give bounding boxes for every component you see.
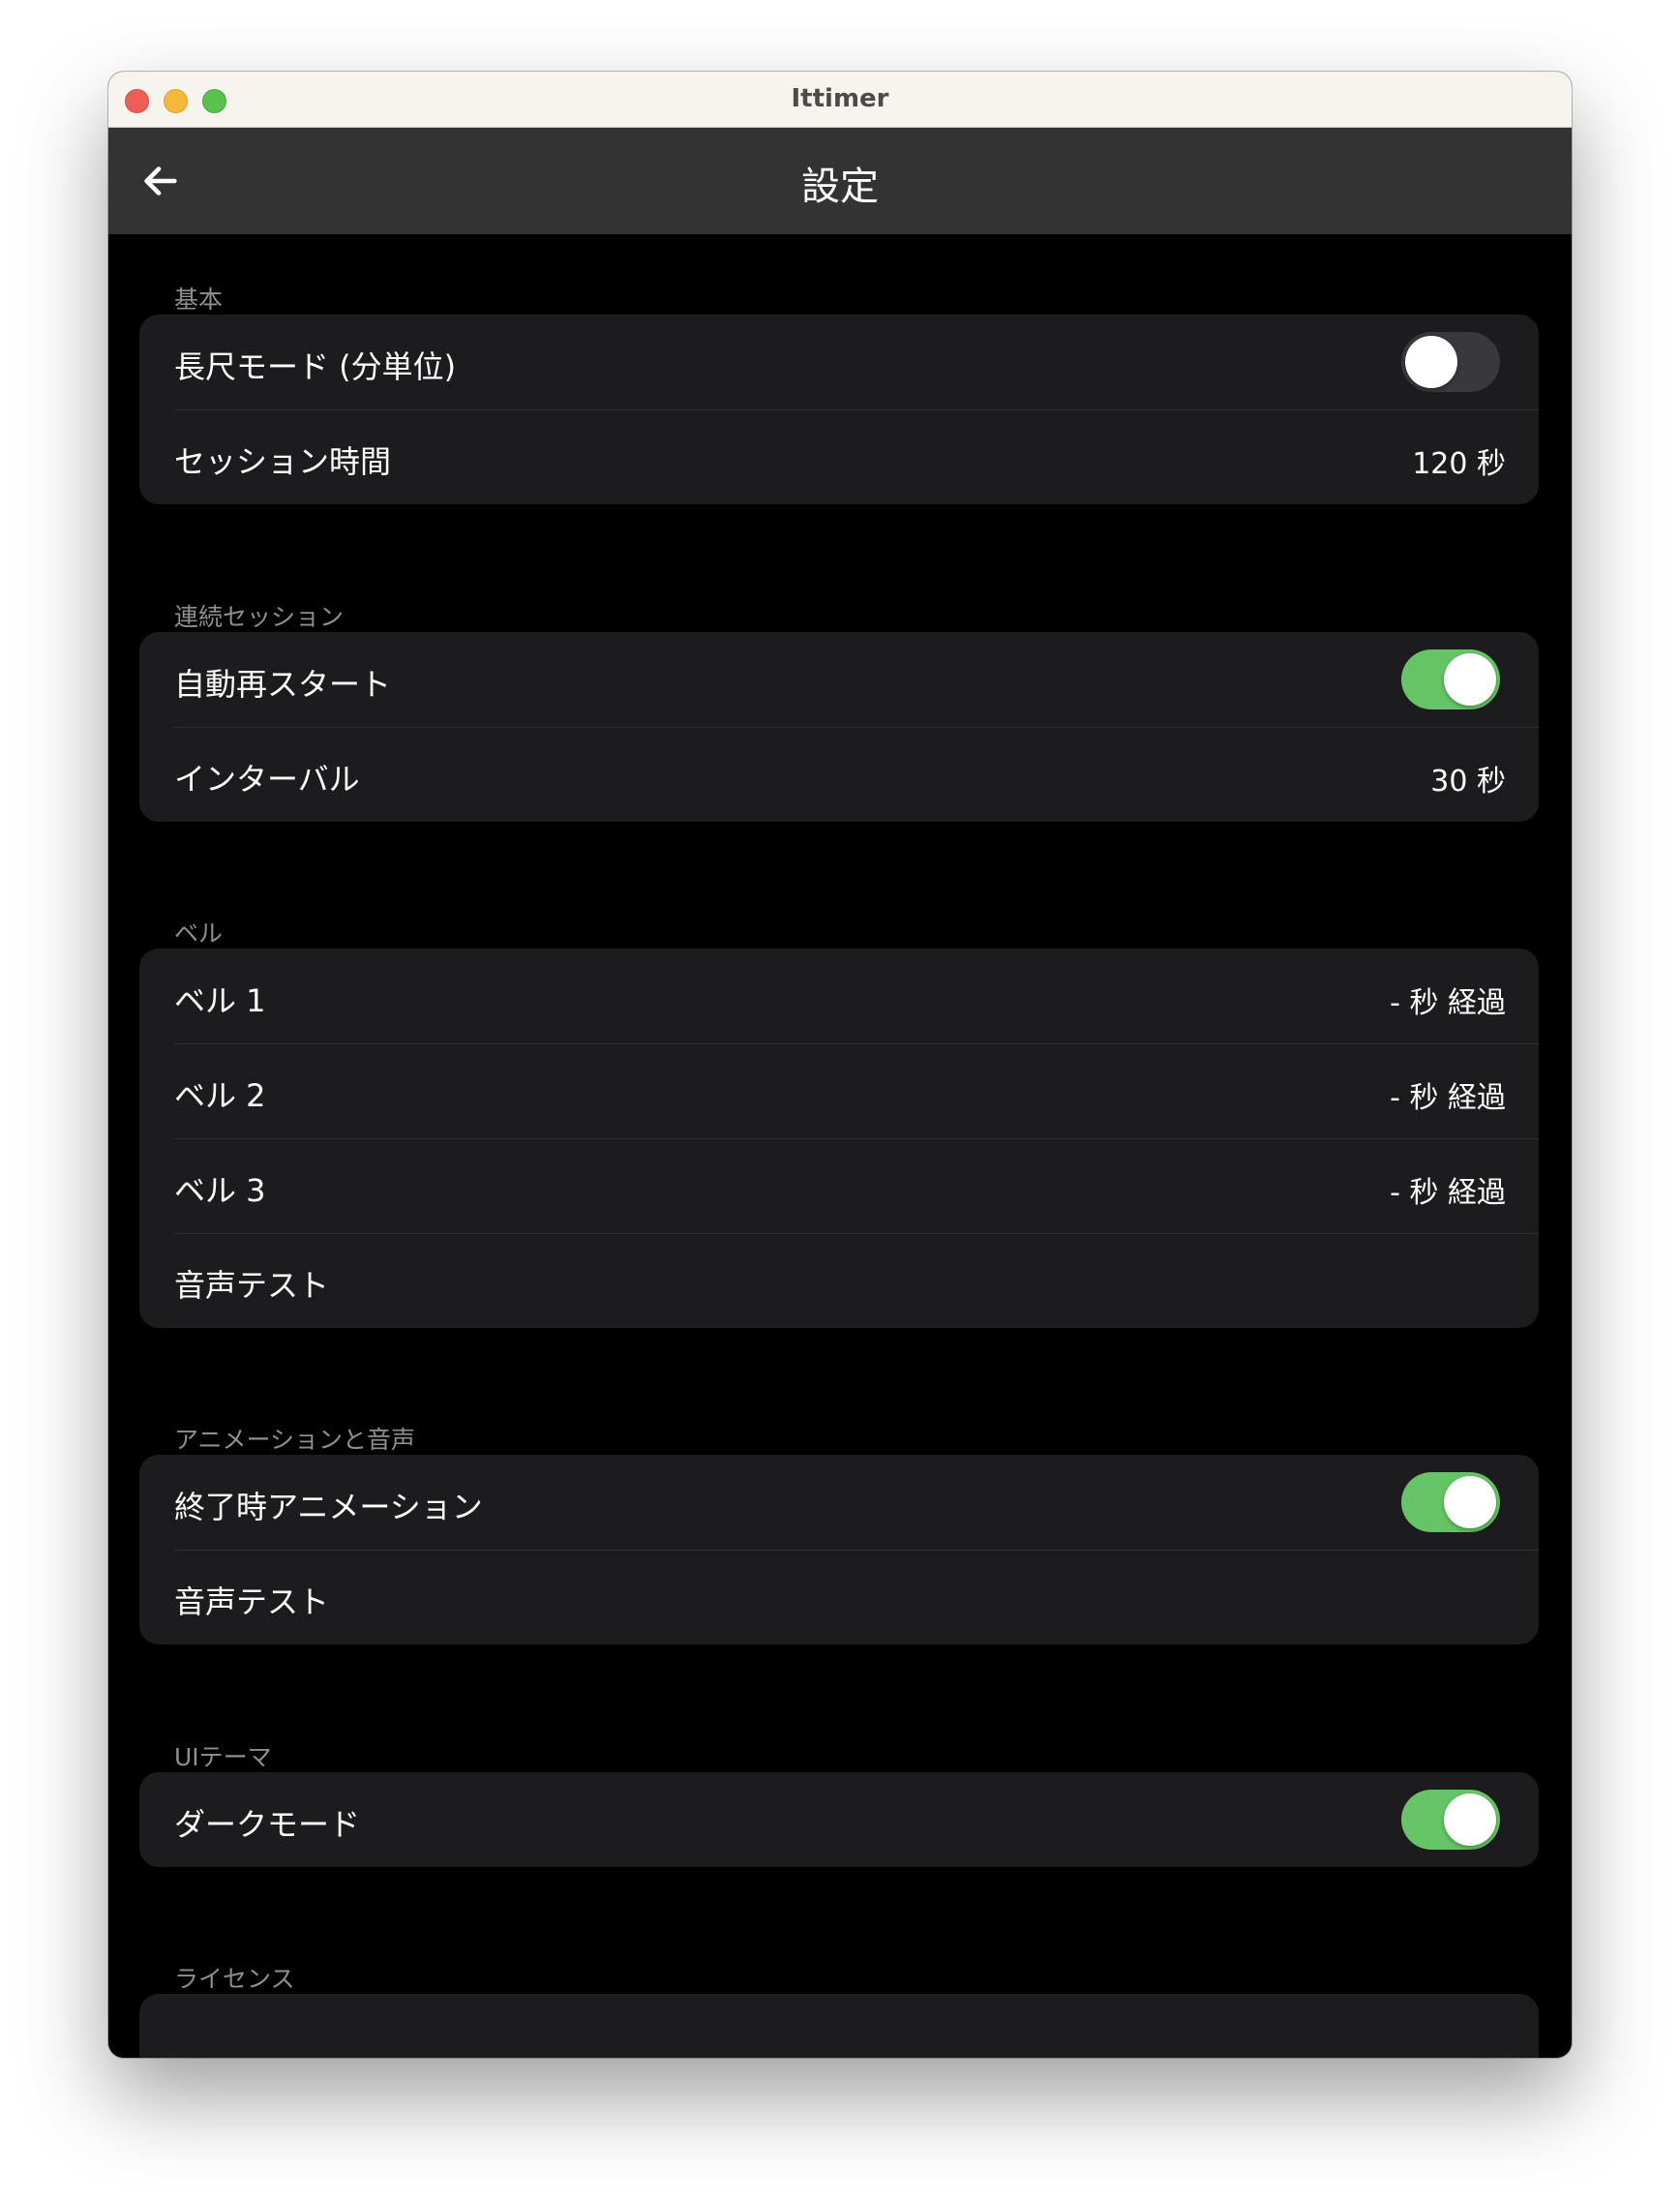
page-title: 設定 [801,165,879,209]
bell-3-label: ベル 3 [174,1172,266,1209]
animation-sound-test-row[interactable]: 音声テスト [139,1550,1539,1644]
section-header-animation: アニメーションと音声 [174,1426,416,1454]
interval-label: インターバル [174,761,360,798]
session-time-row[interactable]: セッション時間 120 秒 [139,409,1539,504]
bell-2-row[interactable]: ベル 2 - 秒 経過 [139,1043,1539,1138]
toggle-knob [1444,1476,1496,1528]
end-animation-toggle[interactable] [1401,1472,1500,1532]
dark-mode-toggle[interactable] [1401,1790,1500,1850]
bell-3-value: - 秒 経過 [1390,1176,1506,1210]
end-animation-label: 終了時アニメーション [174,1489,483,1525]
bell-settings-card: ベル 1 - 秒 経過 ベル 2 - 秒 経過 ベル 3 - 秒 経過 音声テス… [139,949,1539,1328]
long-mode-row[interactable]: 長尺モード (分単位) [139,315,1539,409]
basic-settings-card: 長尺モード (分単位) セッション時間 120 秒 [139,315,1539,504]
auto-restart-row[interactable]: 自動再スタート [139,632,1539,727]
session-time-label: セッション時間 [174,443,392,480]
toggle-knob [1444,1794,1496,1846]
bell-sound-test-label: 音声テスト [174,1267,330,1304]
window-title: Ittimer [791,84,889,113]
continuous-session-card: 自動再スタート インターバル 30 秒 [139,632,1539,822]
window-titlebar[interactable]: Ittimer [108,72,1572,128]
toggle-knob [1405,336,1457,388]
section-header-basic: 基本 [174,286,224,314]
app-bar: 設定 [108,128,1572,234]
bell-1-value: - 秒 経過 [1390,986,1506,1020]
long-mode-toggle[interactable] [1401,332,1500,392]
auto-restart-label: 自動再スタート [174,666,392,703]
session-time-value: 120 秒 [1412,447,1506,481]
animation-sound-card: 終了時アニメーション 音声テスト [139,1455,1539,1644]
bell-sound-test-row[interactable]: 音声テスト [139,1233,1539,1328]
section-header-theme: UIテーマ [174,1743,272,1771]
interval-value: 30 秒 [1430,765,1506,799]
app-window: Ittimer 設定 基本 長尺モード (分単位) セッション時間 120 秒 … [108,72,1572,2058]
section-header-continuous: 連続セッション [174,603,345,631]
bell-1-row[interactable]: ベル 1 - 秒 経過 [139,949,1539,1043]
settings-list[interactable]: 基本 長尺モード (分単位) セッション時間 120 秒 連続セッション 自動再… [108,234,1572,2058]
auto-restart-toggle[interactable] [1401,649,1500,709]
bell-2-label: ベル 2 [174,1077,266,1114]
bell-3-row[interactable]: ベル 3 - 秒 経過 [139,1138,1539,1233]
animation-sound-test-label: 音声テスト [174,1583,330,1620]
dark-mode-label: ダークモード [174,1806,361,1843]
end-animation-row[interactable]: 終了時アニメーション [139,1455,1539,1550]
section-header-license: ライセンス [174,1965,295,1993]
license-card[interactable] [139,1994,1539,2058]
dark-mode-row[interactable]: ダークモード [139,1772,1539,1867]
theme-card: ダークモード [139,1772,1539,1867]
long-mode-label: 長尺モード (分単位) [174,348,457,385]
toggle-knob [1444,653,1496,706]
interval-row[interactable]: インターバル 30 秒 [139,727,1539,822]
bell-2-value: - 秒 経過 [1390,1081,1506,1115]
section-header-bell: ベル [174,920,224,948]
bell-1-label: ベル 1 [174,982,266,1019]
